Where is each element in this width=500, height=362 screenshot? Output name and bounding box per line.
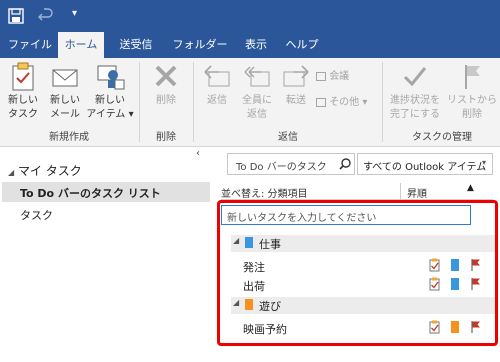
- new-email-button[interactable]: 新しい メール: [46, 62, 84, 122]
- group-label-respond: 返信: [278, 132, 298, 143]
- folder-item-tasks[interactable]: タスク: [20, 207, 53, 223]
- forward-icon: [283, 65, 309, 87]
- category-color-blue-icon[interactable]: [451, 278, 459, 290]
- task-list-pane: To Do バーのタスク すべての Outlook アイテム ▾ 並べ替え: 分…: [213, 148, 500, 362]
- list-header: 並べ替え: 分類項目 昇順 ▲: [221, 183, 493, 200]
- category-color-orange-icon: [245, 299, 253, 310]
- category-group-work[interactable]: ◢ 仕事: [231, 235, 495, 252]
- tab-view[interactable]: 表示: [236, 32, 276, 58]
- reply-all-button[interactable]: 全員に 返信: [238, 62, 276, 122]
- tab-folder[interactable]: フォルダー: [168, 32, 232, 58]
- meeting-icon: [316, 71, 326, 81]
- new-task-button[interactable]: 新しい タスク: [4, 62, 42, 122]
- task-row[interactable]: 発注: [231, 257, 495, 274]
- tab-file[interactable]: ファイル: [4, 32, 56, 58]
- ribbon: 新しい タスク 新しい メール 新しい アイテム ▾ 新規作成 削除 削除 返信…: [0, 58, 500, 147]
- task-row[interactable]: 出荷: [231, 276, 495, 293]
- follow-up-flag-icon[interactable]: [471, 258, 481, 272]
- search-scope-dropdown[interactable]: すべての Outlook アイテム ▾: [357, 153, 493, 175]
- reply-all-icon: [244, 66, 270, 87]
- sort-order-label[interactable]: 昇順: [407, 185, 427, 200]
- category-color-blue-icon[interactable]: [451, 259, 459, 271]
- more-respond-button[interactable]: その他 ▾: [316, 96, 374, 110]
- flag-remove-icon: [465, 65, 480, 89]
- group-label-manage-task: タスクの管理: [412, 132, 472, 143]
- title-bar: ▾: [0, 0, 500, 32]
- search-input[interactable]: To Do バーのタスク: [227, 153, 355, 175]
- ribbon-divider: [193, 62, 194, 142]
- folder-pane: ‹ ◢ マイ タスク To Do バーのタスク リスト タスク: [0, 148, 213, 362]
- delete-x-icon: [155, 65, 177, 87]
- follow-up-flag-icon[interactable]: [471, 277, 481, 291]
- tab-home[interactable]: ホーム: [58, 32, 104, 58]
- column-divider: [400, 183, 401, 200]
- sort-ascending-icon[interactable]: ▲: [467, 183, 474, 193]
- forward-button[interactable]: 転送: [278, 62, 314, 108]
- meeting-button[interactable]: 会議: [316, 70, 366, 84]
- follow-up-flag-icon[interactable]: [471, 320, 481, 334]
- expand-triangle-icon: ◢: [8, 168, 15, 177]
- checkmark-icon: [403, 67, 427, 87]
- task-row[interactable]: 映画予約: [231, 319, 495, 336]
- envelope-icon: [52, 69, 78, 87]
- new-items-button[interactable]: 新しい アイテム ▾: [86, 62, 134, 122]
- collapse-triangle-icon: ◢: [233, 298, 240, 307]
- reply-icon: [204, 65, 230, 87]
- delete-button[interactable]: 削除: [144, 62, 188, 108]
- category-color-blue-icon: [245, 237, 253, 248]
- sort-by-label[interactable]: 並べ替え: 分類項目: [221, 185, 308, 200]
- task-clipboard-icon: [429, 277, 440, 291]
- tab-send-receive[interactable]: 送受信: [108, 32, 164, 58]
- my-tasks-header[interactable]: ◢ マイ タスク: [8, 162, 82, 179]
- group-label-delete: 削除: [156, 132, 176, 143]
- ribbon-tab-bar: ファイル ホーム 送受信 フォルダー 表示 ヘルプ: [0, 32, 500, 58]
- collapse-triangle-icon: ◢: [233, 236, 240, 245]
- search-icon: [339, 158, 351, 170]
- task-clipboard-icon: [12, 62, 34, 91]
- mark-complete-button[interactable]: 進捗状況を 完了にする: [386, 62, 444, 122]
- group-label-new: 新規作成: [49, 132, 89, 143]
- undo-icon[interactable]: [38, 8, 54, 24]
- folder-item-todo-bar[interactable]: To Do バーのタスク リスト: [2, 182, 210, 202]
- tab-help[interactable]: ヘルプ: [280, 32, 324, 58]
- save-icon[interactable]: [8, 8, 24, 24]
- ribbon-divider: [382, 62, 383, 142]
- remove-from-list-button[interactable]: リストから 削除: [446, 62, 498, 122]
- category-group-play[interactable]: ◢ 遊び: [231, 297, 495, 314]
- reply-button[interactable]: 返信: [198, 62, 236, 108]
- task-clipboard-icon: [429, 258, 440, 272]
- collapse-pane-icon[interactable]: ‹: [196, 148, 200, 159]
- more-icon: [316, 97, 326, 107]
- new-items-icon: [97, 65, 125, 90]
- customize-quick-access-icon[interactable]: ▾: [72, 8, 77, 19]
- chevron-down-icon: ▾: [482, 158, 487, 167]
- category-color-orange-icon[interactable]: [451, 321, 459, 333]
- task-clipboard-icon: [429, 320, 440, 334]
- ribbon-divider: [139, 62, 140, 142]
